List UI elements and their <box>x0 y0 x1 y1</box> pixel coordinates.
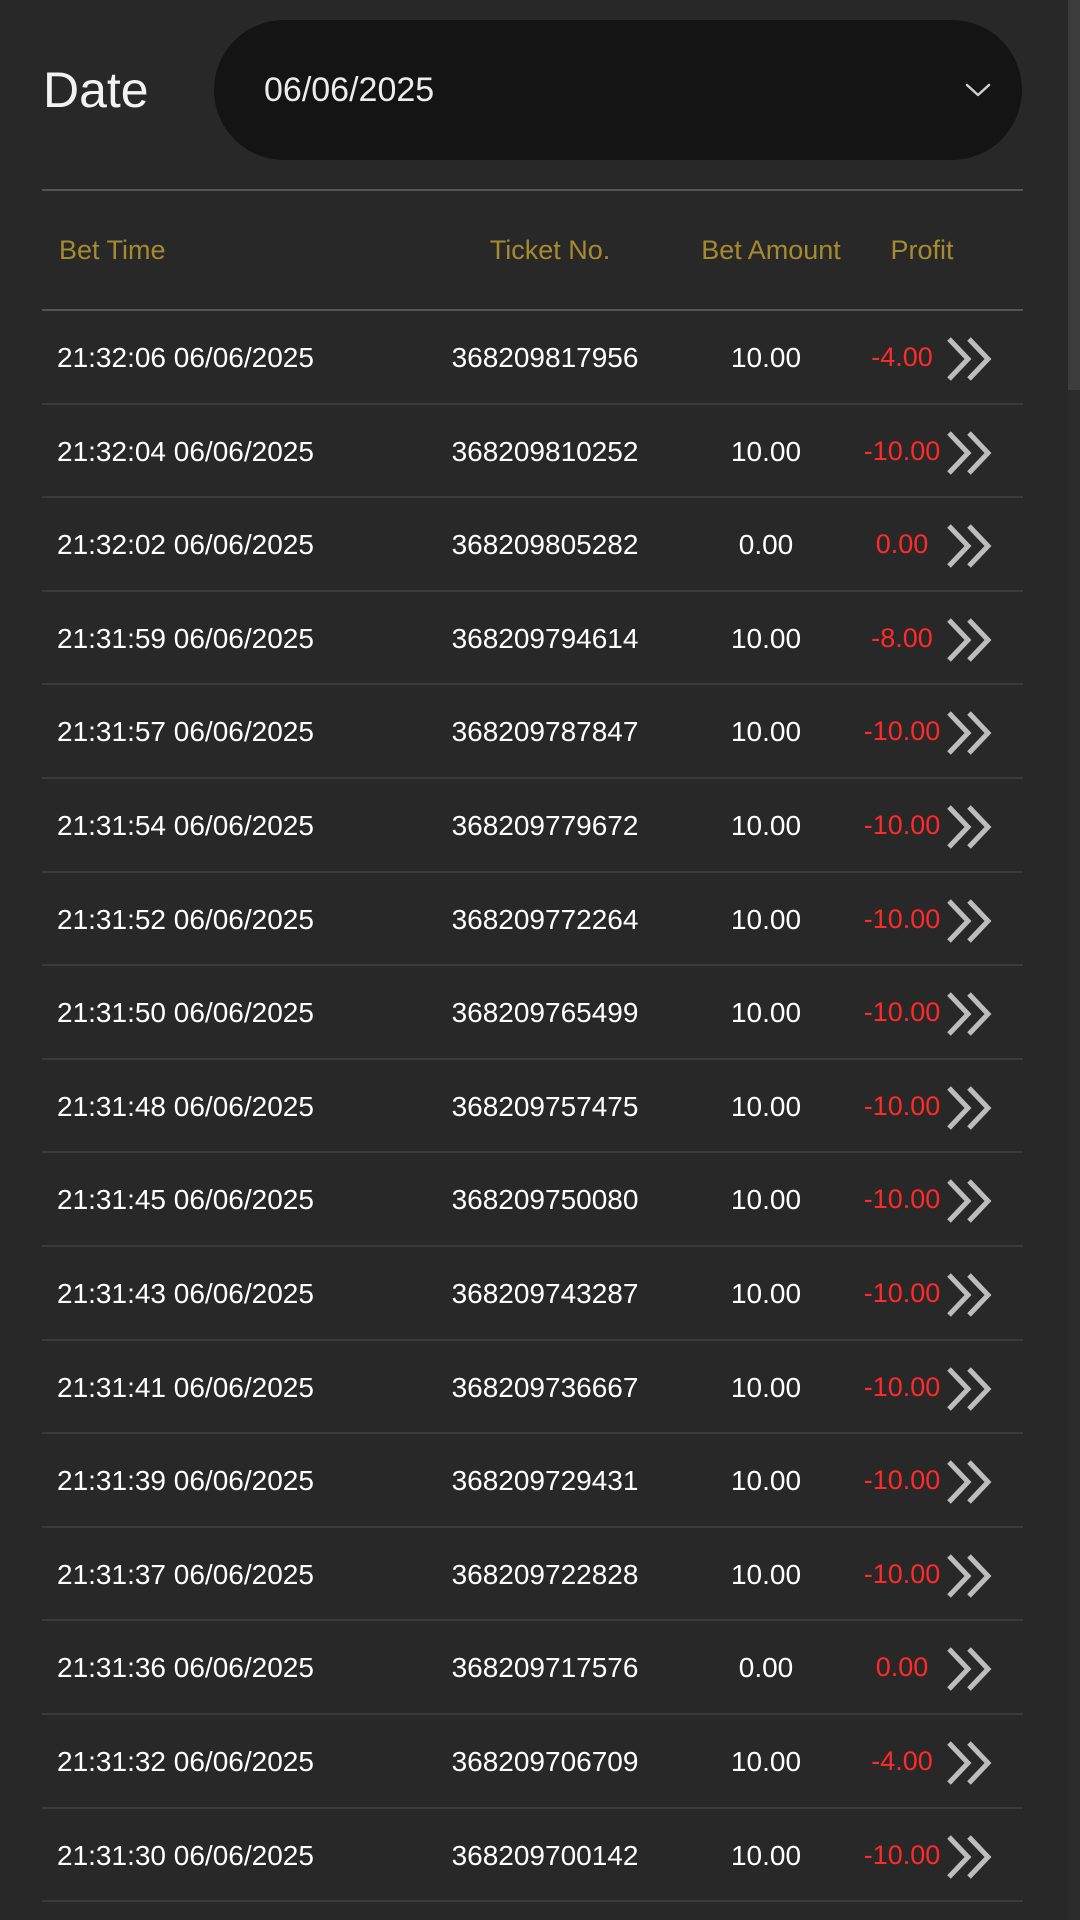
header-ticket-no: Ticket No. <box>489 235 611 265</box>
double-chevron-right-icon[interactable] <box>944 709 996 757</box>
scrollbar-track[interactable] <box>1068 0 1080 1920</box>
table-row[interactable]: 21:32:06 06/06/2025 368209817956 10.00 -4.0… <box>42 311 1023 405</box>
chevron-down-icon <box>965 83 991 97</box>
header-bet-time: Bet Time <box>59 235 166 265</box>
table-header: Bet Time Ticket No. Bet Amount Profit <box>42 191 1023 311</box>
bet-time-cell: 21:31:41 06/06/2025 <box>57 1371 314 1403</box>
date-filter: Date 06/06/2025 <box>0 20 1080 160</box>
date-select[interactable]: 06/06/2025 <box>214 20 1022 160</box>
table-row[interactable]: 21:32:02 06/06/2025 368209805282 0.00 0.00 <box>42 498 1023 592</box>
table-row[interactable]: 21:31:57 06/06/2025 368209787847 10.00 -10.… <box>42 685 1023 779</box>
bet-time-cell: 21:31:30 06/06/2025 <box>57 1839 314 1871</box>
bet-time-cell: 21:31:59 06/06/2025 <box>57 622 314 654</box>
double-chevron-right-icon[interactable] <box>944 335 996 383</box>
double-chevron-right-icon[interactable] <box>944 1458 996 1506</box>
double-chevron-right-icon[interactable] <box>944 1552 996 1600</box>
double-chevron-right-icon[interactable] <box>944 1365 996 1413</box>
table-row[interactable]: 21:31:50 06/06/2025 368209765499 10.00 -10.… <box>42 966 1023 1060</box>
ticket-no-cell: 368209729431 <box>451 1465 639 1497</box>
bet-time-cell: 21:32:02 06/06/2025 <box>57 529 314 561</box>
double-chevron-right-icon[interactable] <box>944 522 996 570</box>
ticket-no-cell: 368209700142 <box>451 1839 639 1871</box>
ticket-no-cell: 368209779672 <box>451 809 639 841</box>
ticket-no-cell: 368209794614 <box>451 622 639 654</box>
bet-history-list: 21:32:06 06/06/2025 368209817956 10.00 -4.0… <box>42 311 1023 1903</box>
bet-time-cell: 21:32:04 06/06/2025 <box>57 435 314 467</box>
double-chevron-right-icon[interactable] <box>944 1177 996 1225</box>
bet-time-cell: 21:31:39 06/06/2025 <box>57 1465 314 1497</box>
table-row[interactable]: 21:31:45 06/06/2025 368209750080 10.00 -10.… <box>42 1153 1023 1247</box>
double-chevron-right-icon[interactable] <box>944 616 996 664</box>
ticket-no-cell: 368209772264 <box>451 903 639 935</box>
table-row[interactable]: 21:31:52 06/06/2025 368209772264 10.00 -10.… <box>42 873 1023 967</box>
table-row[interactable]: 21:31:30 06/06/2025 368209700142 10.00 -10.… <box>42 1809 1023 1903</box>
table-row[interactable]: 21:31:59 06/06/2025 368209794614 10.00 -8.0… <box>42 592 1023 686</box>
ticket-no-cell: 368209805282 <box>451 529 639 561</box>
double-chevron-right-icon[interactable] <box>944 803 996 851</box>
bet-time-cell: 21:31:32 06/06/2025 <box>57 1745 314 1777</box>
ticket-no-cell: 368209787847 <box>451 716 639 748</box>
double-chevron-right-icon[interactable] <box>944 1833 996 1881</box>
bet-time-cell: 21:31:43 06/06/2025 <box>57 1277 314 1309</box>
table-row[interactable]: 21:31:54 06/06/2025 368209779672 10.00 -10.… <box>42 779 1023 873</box>
table-row[interactable]: 21:31:48 06/06/2025 368209757475 10.00 -10.… <box>42 1060 1023 1154</box>
ticket-no-cell: 368209743287 <box>451 1277 639 1309</box>
bet-time-cell: 21:31:52 06/06/2025 <box>57 903 314 935</box>
table-row[interactable]: 21:31:37 06/06/2025 368209722828 10.00 -10.… <box>42 1528 1023 1622</box>
ticket-no-cell: 368209817956 <box>451 342 639 373</box>
date-label: Date <box>43 62 149 118</box>
bet-time-cell: 21:32:06 06/06/2025 <box>57 342 314 373</box>
date-value: 06/06/2025 <box>264 71 435 109</box>
double-chevron-right-icon[interactable] <box>944 897 996 945</box>
double-chevron-right-icon[interactable] <box>944 1084 996 1132</box>
table-row[interactable]: 21:32:04 06/06/2025 368209810252 10.00 -10.… <box>42 405 1023 499</box>
ticket-no-cell: 368209750080 <box>451 1184 639 1216</box>
table-row[interactable]: 21:31:32 06/06/2025 368209706709 10.00 -4.0… <box>42 1715 1023 1809</box>
bet-time-cell: 21:31:37 06/06/2025 <box>57 1558 314 1590</box>
table-row[interactable]: 21:31:36 06/06/2025 368209717576 0.00 0.00 <box>42 1621 1023 1715</box>
table-row[interactable]: 21:31:43 06/06/2025 368209743287 10.00 -10.… <box>42 1247 1023 1341</box>
ticket-no-cell: 368209765499 <box>451 997 639 1029</box>
ticket-no-cell: 368209736667 <box>451 1371 639 1403</box>
bet-time-cell: 21:31:45 06/06/2025 <box>57 1184 314 1216</box>
double-chevron-right-icon[interactable] <box>944 1739 996 1787</box>
bet-time-cell: 21:31:54 06/06/2025 <box>57 809 314 841</box>
ticket-no-cell: 368209706709 <box>451 1745 639 1777</box>
ticket-no-cell: 368209722828 <box>451 1558 639 1590</box>
header-profit: Profit <box>890 235 954 265</box>
ticket-no-cell: 368209810252 <box>451 435 639 467</box>
double-chevron-right-icon[interactable] <box>944 990 996 1038</box>
double-chevron-right-icon[interactable] <box>944 1645 996 1693</box>
table-row[interactable]: 21:31:41 06/06/2025 368209736667 10.00 -10.… <box>42 1341 1023 1435</box>
table-row[interactable]: 21:31:39 06/06/2025 368209729431 10.00 -10.… <box>42 1434 1023 1528</box>
double-chevron-right-icon[interactable] <box>944 1271 996 1319</box>
ticket-no-cell: 368209757475 <box>451 1090 639 1122</box>
ticket-no-cell: 368209717576 <box>451 1652 639 1684</box>
bet-time-cell: 21:31:50 06/06/2025 <box>57 997 314 1029</box>
bet-time-cell: 21:31:48 06/06/2025 <box>57 1090 314 1122</box>
bet-time-cell: 21:31:57 06/06/2025 <box>57 716 314 748</box>
bet-time-cell: 21:31:36 06/06/2025 <box>57 1652 314 1684</box>
double-chevron-right-icon[interactable] <box>944 429 996 477</box>
